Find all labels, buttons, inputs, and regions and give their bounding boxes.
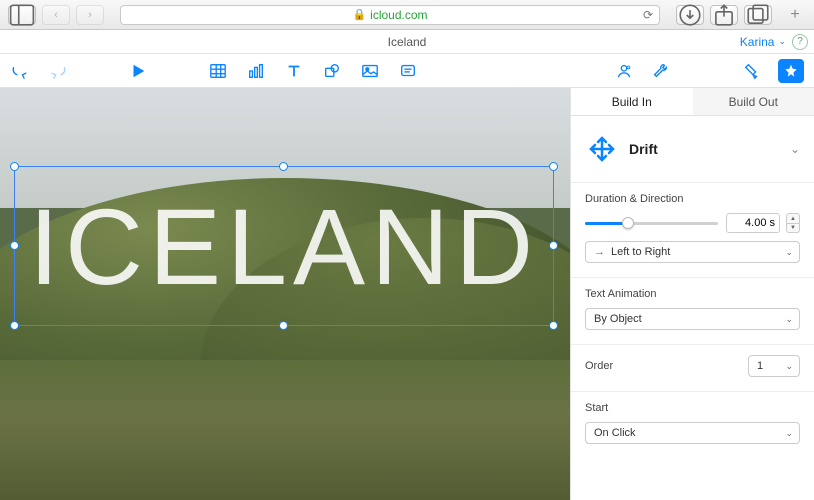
direction-value: Left to Right bbox=[611, 246, 670, 258]
help-button[interactable]: ? bbox=[792, 34, 808, 50]
inspector-panel: Build In Build Out Drift ⌄ Duration & Di… bbox=[570, 88, 814, 500]
chevron-down-icon: ⌄ bbox=[785, 314, 793, 325]
duration-field[interactable]: 4.00 s bbox=[726, 213, 780, 233]
text-animation-section: Text Animation By Object ⌄ bbox=[571, 278, 814, 345]
resize-handle[interactable] bbox=[10, 321, 19, 330]
tools-button[interactable] bbox=[650, 61, 670, 81]
tab-build-in[interactable]: Build In bbox=[571, 88, 693, 115]
document-title: Iceland bbox=[388, 35, 427, 49]
resize-handle[interactable] bbox=[279, 162, 288, 171]
new-tab-button[interactable]: + bbox=[784, 0, 806, 30]
resize-handle[interactable] bbox=[549, 321, 558, 330]
order-section: Order 1 ⌄ bbox=[571, 345, 814, 392]
address-bar[interactable]: 🔒 icloud.com ⟳ bbox=[120, 5, 660, 25]
stepper-up[interactable]: ▲ bbox=[786, 213, 800, 223]
arrow-right-icon: → bbox=[594, 246, 605, 258]
collaborate-button[interactable] bbox=[614, 61, 634, 81]
slide-title-text[interactable]: ICELAND bbox=[15, 167, 553, 325]
chevron-down-icon: ⌄ bbox=[785, 247, 793, 258]
chevron-down-icon: ⌄ bbox=[790, 142, 800, 156]
insert-comment-button[interactable] bbox=[398, 61, 418, 81]
insert-chart-button[interactable] bbox=[246, 61, 266, 81]
start-select[interactable]: On Click ⌄ bbox=[585, 422, 800, 444]
effect-selector[interactable]: Drift ⌄ bbox=[571, 116, 814, 183]
insert-text-button[interactable] bbox=[284, 61, 304, 81]
resize-handle[interactable] bbox=[549, 241, 558, 250]
section-label: Duration & Direction bbox=[585, 193, 800, 205]
slide-canvas[interactable]: ICELAND bbox=[0, 88, 570, 500]
undo-button[interactable] bbox=[10, 61, 30, 81]
selected-text-box[interactable]: ICELAND bbox=[14, 166, 554, 326]
duration-section: Duration & Direction 4.00 s ▲ ▼ → Left t… bbox=[571, 183, 814, 278]
tab-build-out[interactable]: Build Out bbox=[693, 88, 814, 115]
chevron-down-icon: ⌄ bbox=[778, 36, 786, 47]
chevron-down-icon: ⌄ bbox=[785, 428, 793, 439]
text-animation-value: By Object bbox=[594, 313, 642, 325]
order-value: 1 bbox=[757, 360, 763, 372]
lock-icon: 🔒 bbox=[352, 8, 366, 21]
effect-name: Drift bbox=[629, 141, 658, 157]
insert-table-button[interactable] bbox=[208, 61, 228, 81]
animate-inspector-button[interactable] bbox=[778, 59, 804, 83]
direction-select[interactable]: → Left to Right ⌄ bbox=[585, 241, 800, 263]
resize-handle[interactable] bbox=[279, 321, 288, 330]
toolbar bbox=[0, 54, 814, 88]
sidebar-toggle-button[interactable] bbox=[8, 5, 36, 25]
downloads-button[interactable] bbox=[676, 5, 704, 25]
browser-chrome: ‹ › 🔒 icloud.com ⟳ + bbox=[0, 0, 814, 30]
text-animation-select[interactable]: By Object ⌄ bbox=[585, 308, 800, 330]
play-button[interactable] bbox=[128, 61, 148, 81]
user-name: Karina bbox=[740, 35, 775, 49]
insert-image-button[interactable] bbox=[360, 61, 380, 81]
share-button[interactable] bbox=[710, 5, 738, 25]
start-value: On Click bbox=[594, 427, 636, 439]
document-title-bar: Iceland Karina ⌄ ? bbox=[0, 30, 814, 54]
url-text: icloud.com bbox=[370, 8, 427, 22]
resize-handle[interactable] bbox=[10, 162, 19, 171]
start-section: Start On Click ⌄ bbox=[571, 392, 814, 458]
user-menu-button[interactable]: Karina ⌄ bbox=[740, 35, 792, 49]
tabs-button[interactable] bbox=[744, 5, 772, 25]
insert-shape-button[interactable] bbox=[322, 61, 342, 81]
build-tabs: Build In Build Out bbox=[571, 88, 814, 116]
background-valley bbox=[0, 360, 570, 500]
drift-icon bbox=[585, 132, 619, 166]
section-label: Text Animation bbox=[585, 288, 800, 300]
nav-back-button[interactable]: ‹ bbox=[42, 5, 70, 25]
reload-icon[interactable]: ⟳ bbox=[643, 8, 653, 22]
chevron-down-icon: ⌄ bbox=[785, 361, 793, 372]
format-brush-button[interactable] bbox=[742, 61, 762, 81]
redo-button[interactable] bbox=[48, 61, 68, 81]
section-label: Start bbox=[585, 402, 800, 414]
order-select[interactable]: 1 ⌄ bbox=[748, 355, 800, 377]
resize-handle[interactable] bbox=[549, 162, 558, 171]
resize-handle[interactable] bbox=[10, 241, 19, 250]
nav-forward-button[interactable]: › bbox=[76, 5, 104, 25]
duration-stepper[interactable]: ▲ ▼ bbox=[786, 213, 800, 233]
duration-slider[interactable] bbox=[585, 216, 718, 230]
stepper-down[interactable]: ▼ bbox=[786, 223, 800, 233]
section-label: Order bbox=[585, 360, 613, 372]
